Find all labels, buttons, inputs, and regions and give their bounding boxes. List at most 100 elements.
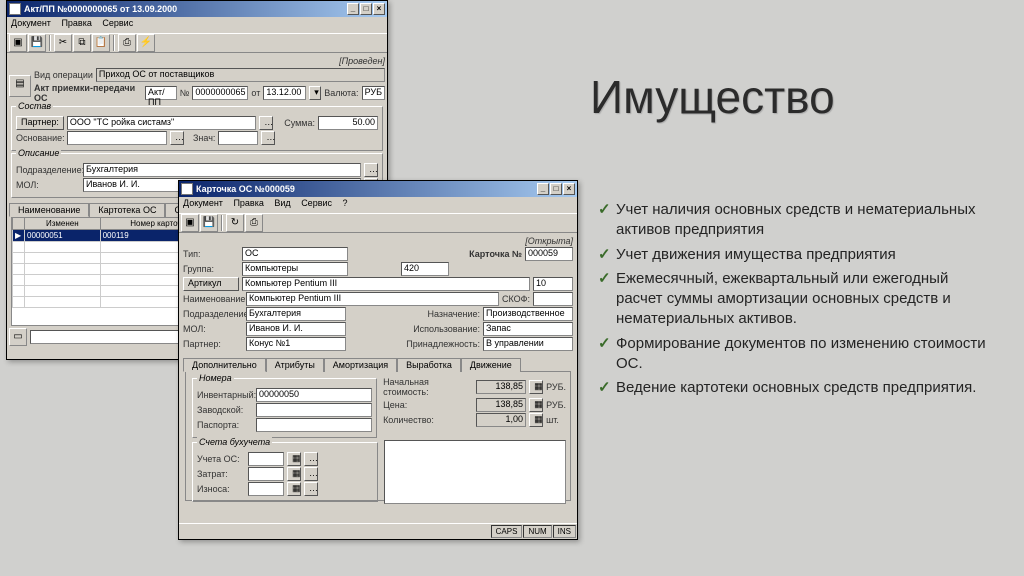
close-button[interactable]: ×	[563, 183, 575, 195]
lookup-button[interactable]: …	[364, 163, 378, 177]
menu-item[interactable]: Сервис	[102, 18, 133, 28]
new-icon[interactable]: ▣	[181, 214, 199, 232]
prin-label: Принадлежность:	[406, 339, 480, 349]
nst-field: 138,85	[476, 380, 526, 394]
zav-field[interactable]	[256, 403, 372, 417]
menu-item[interactable]: Документ	[183, 198, 223, 208]
lookup-button[interactable]: …	[259, 116, 273, 130]
grp-code-field[interactable]: 420	[401, 262, 449, 276]
lookup-button[interactable]: ▦	[287, 482, 301, 496]
skof-field[interactable]	[533, 292, 573, 306]
number-field[interactable]: 0000000065	[192, 86, 248, 100]
col-izm[interactable]: Изменен	[25, 218, 101, 230]
doc-type-field[interactable]: Акт/ПП	[145, 86, 177, 100]
maximize-button[interactable]: □	[360, 3, 372, 15]
paste-icon[interactable]: 📋	[92, 34, 110, 52]
tip-field[interactable]: ОС	[242, 247, 348, 261]
operation-type-field[interactable]: Приход ОС от поставщиков	[96, 68, 385, 82]
partner-field[interactable]: ООО "ТС ройка систамз"	[67, 116, 256, 130]
menu-item[interactable]: Сервис	[301, 198, 332, 208]
lookup-button[interactable]: ▦	[287, 467, 301, 481]
kart-field[interactable]: 000059	[525, 247, 573, 261]
zat-field[interactable]	[248, 467, 284, 481]
osn-field[interactable]	[67, 131, 167, 145]
prt-label: Партнер:	[183, 339, 243, 349]
save-icon[interactable]: 💾	[28, 34, 46, 52]
lookup-button[interactable]: ▦	[287, 452, 301, 466]
print-icon[interactable]: ⎙	[118, 34, 136, 52]
uch-field[interactable]	[248, 452, 284, 466]
action-icon[interactable]: ⚡	[137, 34, 155, 52]
partner-button[interactable]: Партнер:	[16, 116, 64, 130]
calc-button[interactable]: ▦	[529, 380, 543, 394]
znak-field[interactable]	[218, 131, 258, 145]
menu-item[interactable]: Вид	[274, 198, 290, 208]
nst-label: Начальная стоимость:	[383, 377, 473, 397]
print-icon[interactable]: ⎙	[245, 214, 263, 232]
podr-field[interactable]: Бухгалтерия	[83, 163, 361, 177]
minimize-button[interactable]: _	[537, 183, 549, 195]
menu-item[interactable]: Правка	[61, 18, 91, 28]
tab-vyr[interactable]: Выработка	[397, 358, 461, 372]
lookup-button[interactable]: …	[170, 131, 184, 145]
lookup-button[interactable]: …	[304, 482, 318, 496]
titlebar[interactable]: Акт/ПП №0000000065 от 13.09.2000 _ □ ×	[7, 1, 387, 17]
currency-field[interactable]: РУБ	[362, 86, 385, 100]
bullet: Учет наличия основных средств и нематери…	[598, 200, 990, 241]
menubar[interactable]: Документ Правка Сервис	[7, 17, 387, 33]
status-num: NUM	[523, 525, 551, 538]
menu-item[interactable]: Правка	[233, 198, 263, 208]
menu-item[interactable]: Документ	[11, 18, 51, 28]
tab-kart[interactable]: Картотека ОС	[89, 203, 165, 217]
unit-sht: шт.	[546, 415, 559, 425]
podr-field[interactable]: Бухгалтерия	[246, 307, 346, 321]
lookup-button[interactable]: …	[304, 452, 318, 466]
group-caption: Счета бухучета	[197, 437, 272, 447]
pas-field[interactable]	[256, 418, 372, 432]
date-field[interactable]: 13.12.00	[263, 86, 306, 100]
copy-icon[interactable]: ⧉	[73, 34, 91, 52]
lookup-button[interactable]: …	[261, 131, 275, 145]
tab-attr[interactable]: Атрибуты	[266, 358, 324, 372]
refresh-icon[interactable]: ↻	[226, 214, 244, 232]
toolbar: ▣ 💾 ✂ ⧉ 📋 ⎙ ⚡	[7, 33, 387, 53]
izn-label: Износа:	[197, 484, 245, 494]
slide-bullets: Учет наличия основных средств и нематери…	[590, 200, 990, 402]
prin-field[interactable]: В управлении	[483, 337, 573, 351]
memo-icon[interactable]: ▭	[9, 328, 27, 346]
tab-dop[interactable]: Дополнительно	[183, 358, 266, 372]
menu-item[interactable]: ?	[343, 198, 348, 208]
titlebar[interactable]: Карточка ОС №000059 _ □ ×	[179, 181, 577, 197]
mol-field[interactable]: Иванов И. И.	[246, 322, 346, 336]
prt-field[interactable]: Конус №1	[246, 337, 346, 351]
app-icon	[181, 183, 193, 195]
artikul-qty-field[interactable]: 10	[533, 277, 573, 291]
doc-icon[interactable]: ▤	[9, 75, 31, 97]
new-icon[interactable]: ▣	[9, 34, 27, 52]
naz-field[interactable]: Производственное	[483, 307, 573, 321]
summa-field[interactable]: 50.00	[318, 116, 378, 130]
close-button[interactable]: ×	[373, 3, 385, 15]
tab-amort[interactable]: Амортизация	[324, 358, 397, 372]
minimize-button[interactable]: _	[347, 3, 359, 15]
calc-button[interactable]: ▦	[529, 413, 543, 427]
calendar-button[interactable]: ▾	[309, 86, 321, 100]
tab-dvizh[interactable]: Движение	[461, 358, 521, 372]
save-icon[interactable]: 💾	[200, 214, 218, 232]
lookup-button[interactable]: …	[304, 467, 318, 481]
grp-field[interactable]: Компьютеры	[242, 262, 348, 276]
menubar[interactable]: Документ Правка Вид Сервис ?	[179, 197, 577, 213]
inv-field[interactable]: 00000050	[256, 388, 372, 402]
izn-field[interactable]	[248, 482, 284, 496]
nm-field[interactable]: Компьютер Pentium III	[246, 292, 499, 306]
maximize-button[interactable]: □	[550, 183, 562, 195]
tab-naimen[interactable]: Наименование	[9, 203, 89, 217]
calc-button[interactable]: ▦	[529, 398, 543, 412]
artikul-button[interactable]: Артикул	[183, 277, 239, 291]
isp-field[interactable]: Запас	[483, 322, 573, 336]
artikul-field[interactable]: Компьютер Pentium III	[242, 277, 530, 291]
cut-icon[interactable]: ✂	[54, 34, 72, 52]
summa-label: Сумма:	[284, 118, 315, 128]
notes-area[interactable]	[384, 440, 566, 504]
osn-label: Основание:	[16, 133, 64, 143]
